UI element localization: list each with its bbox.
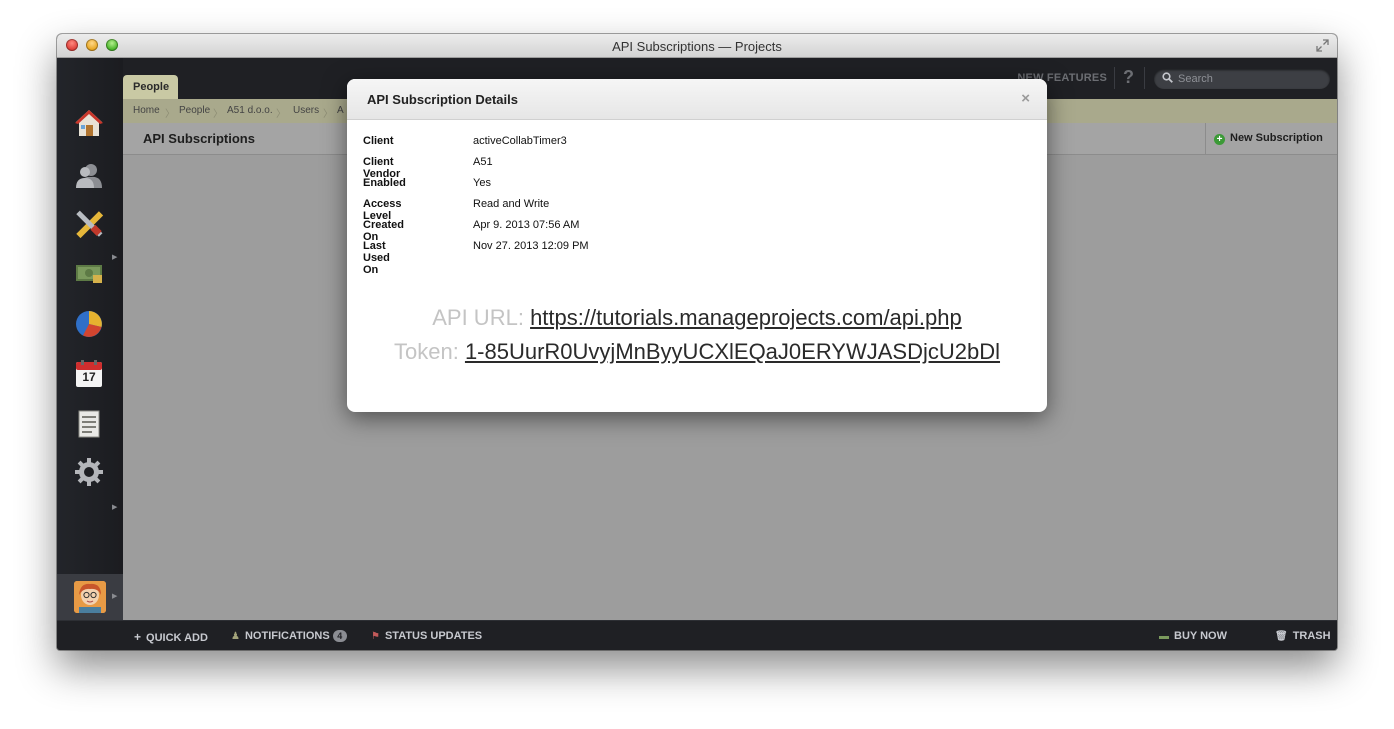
notifications-count-badge: 4 xyxy=(332,630,347,642)
projects-tools-icon[interactable] xyxy=(74,209,104,239)
main-sidebar: ▶ 17 ▶ ▶ xyxy=(57,58,123,620)
detail-label: Last Used On xyxy=(363,240,390,276)
breadcrumb-separator: 〉 xyxy=(165,109,175,120)
search-input[interactable] xyxy=(1178,71,1318,87)
new-subscription-label: New Subscription xyxy=(1230,132,1323,144)
quick-add-label: QUICK ADD xyxy=(146,632,208,644)
api-url-line: API URL: https://tutorials.manageproject… xyxy=(347,305,1047,331)
trash-icon: 🗑 xyxy=(1275,631,1288,642)
notifications-label: NOTIFICATIONS xyxy=(244,630,330,642)
detail-value: activeCollabTimer3 xyxy=(473,135,567,147)
breadcrumb-separator: 〉 xyxy=(323,109,333,120)
breadcrumb-people[interactable]: People xyxy=(179,105,210,116)
status-updates-button[interactable]: ⚑ STATUS UPDATES xyxy=(371,630,482,642)
detail-value: Apr 9. 2013 07:56 AM xyxy=(473,219,580,231)
close-icon[interactable]: × xyxy=(1021,90,1030,107)
search-box xyxy=(1154,69,1330,89)
buy-now-label: BUY NOW xyxy=(1174,630,1227,642)
top-bar-divider xyxy=(1144,67,1145,89)
detail-value: Read and Write xyxy=(473,198,550,210)
avatar[interactable] xyxy=(74,581,106,613)
flag-icon: ⚑ xyxy=(371,631,380,642)
quick-add-button[interactable]: + QUICK ADD xyxy=(134,630,208,644)
new-subscription-button[interactable]: + New Subscription xyxy=(1205,123,1337,155)
breadcrumb-separator: 〉 xyxy=(276,109,286,120)
settings-gear-icon[interactable] xyxy=(74,457,104,487)
detail-value: Yes xyxy=(473,177,491,189)
home-icon[interactable] xyxy=(74,108,104,138)
search-icon xyxy=(1162,72,1173,86)
token-line: Token: 1-85UurR0UvyjMnByyUCXlEQaJ0ERYWJA… xyxy=(347,339,1047,365)
calendar-day: 17 xyxy=(82,370,96,384)
dialog-title: API Subscription Details xyxy=(367,92,518,107)
reports-chart-icon[interactable] xyxy=(74,309,104,339)
status-updates-label: STATUS UPDATES xyxy=(384,630,483,642)
people-icon[interactable] xyxy=(74,160,104,190)
breadcrumb-home[interactable]: Home xyxy=(133,105,160,116)
buy-now-button[interactable]: ▬ BUY NOW xyxy=(1159,630,1227,642)
api-url-link[interactable]: https://tutorials.manageprojects.com/api… xyxy=(530,305,962,330)
notifications-button[interactable]: ♟ NOTIFICATIONS 4 xyxy=(231,630,347,642)
top-bar-divider xyxy=(1114,67,1115,89)
help-icon[interactable]: ? xyxy=(1123,67,1134,88)
token-label: Token: xyxy=(393,339,459,364)
detail-label: Enabled xyxy=(363,177,406,189)
projects-expand-arrow[interactable]: ▶ xyxy=(112,253,117,261)
api-url-label: API URL: xyxy=(432,305,524,330)
fullscreen-icon[interactable] xyxy=(1316,39,1329,52)
money-icon: ▬ xyxy=(1159,631,1169,642)
dialog-header: API Subscription Details × xyxy=(347,79,1047,120)
breadcrumb-separator: 〉 xyxy=(213,109,223,120)
documents-icon[interactable] xyxy=(74,409,104,439)
plus-icon: + xyxy=(134,630,142,644)
trash-button[interactable]: 🗑 TRASH xyxy=(1275,630,1331,642)
api-subscription-dialog: API Subscription Details × Client active… xyxy=(347,79,1047,412)
breadcrumb-users[interactable]: Users xyxy=(293,105,319,116)
tab-people[interactable]: People xyxy=(123,75,178,99)
invoicing-money-icon[interactable] xyxy=(74,259,104,289)
user-menu[interactable]: ▶ xyxy=(57,574,123,620)
add-icon: + xyxy=(1214,134,1225,145)
page-title: API Subscriptions xyxy=(143,131,255,146)
window-title: API Subscriptions — Projects xyxy=(612,39,782,54)
breadcrumb-user[interactable]: A xyxy=(337,105,344,116)
user-menu-arrow[interactable]: ▶ xyxy=(112,592,117,600)
detail-value: Nov 27. 2013 12:09 PM xyxy=(473,240,589,252)
trash-label: TRASH xyxy=(1292,630,1331,642)
calendar-icon[interactable]: 17 xyxy=(74,359,104,389)
token-value[interactable]: 1-85UurR0UvyjMnByyUCXlEQaJ0ERYWJASDjcU2b… xyxy=(465,339,1000,364)
bottom-bar: + QUICK ADD ♟ NOTIFICATIONS 4 ⚑ STATUS UPDAT… xyxy=(57,620,1337,650)
settings-expand-arrow[interactable]: ▶ xyxy=(112,503,117,511)
detail-value: A51 xyxy=(473,156,493,168)
title-bar: API Subscriptions — Projects xyxy=(57,34,1337,58)
detail-label: Client xyxy=(363,135,394,147)
bell-icon: ♟ xyxy=(231,631,240,642)
breadcrumb-company[interactable]: A51 d.o.o. xyxy=(227,105,273,116)
